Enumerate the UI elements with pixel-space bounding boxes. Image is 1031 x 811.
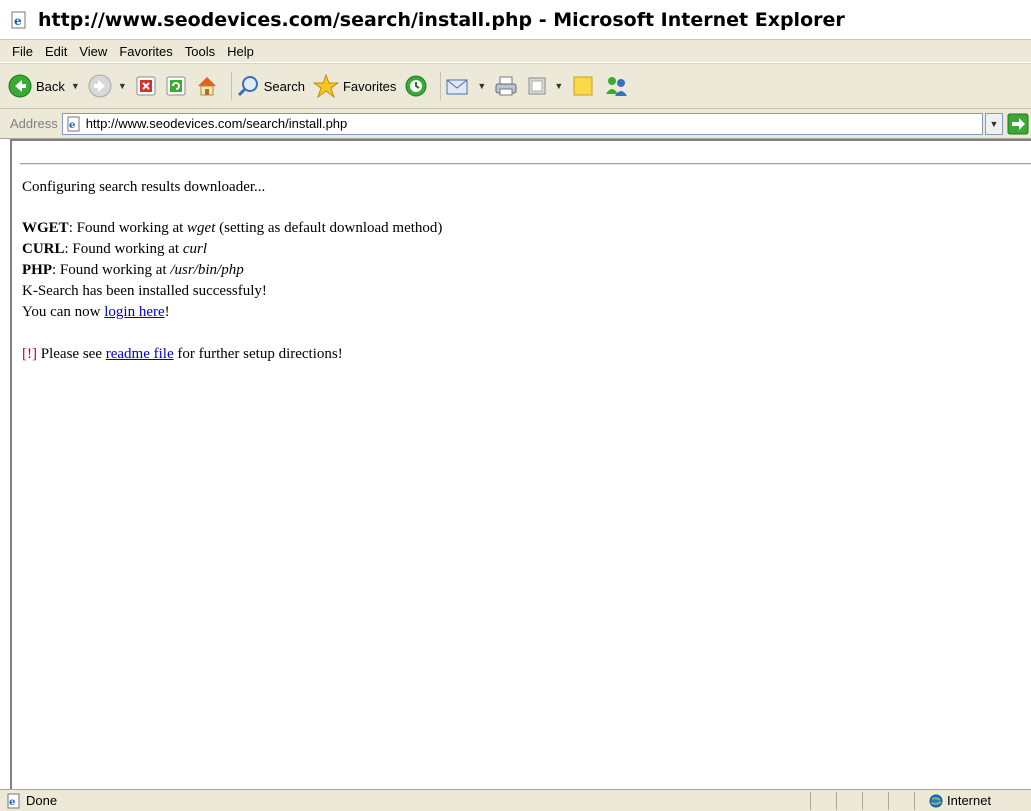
standard-toolbar: Back ▼ ▼ Search Favorites ▼ ▼ bbox=[0, 63, 1031, 109]
address-dropdown-icon[interactable]: ▼ bbox=[985, 112, 1003, 135]
back-button[interactable]: Back ▼ bbox=[8, 70, 80, 102]
svg-text:e: e bbox=[69, 120, 75, 131]
php-label: PHP bbox=[22, 262, 52, 278]
history-button[interactable] bbox=[404, 70, 428, 102]
zone-label: Internet bbox=[947, 793, 992, 808]
status-text: Done bbox=[26, 793, 58, 808]
print-icon bbox=[495, 76, 517, 96]
status-bar: e Done Internet bbox=[0, 789, 1031, 811]
menu-file[interactable]: File bbox=[6, 44, 39, 59]
refresh-icon bbox=[166, 76, 186, 96]
stop-icon bbox=[136, 76, 156, 96]
address-bar: Address e http://www.seodevices.com/sear… bbox=[0, 109, 1031, 139]
status-panel bbox=[862, 791, 888, 810]
page-done-icon: e bbox=[7, 793, 20, 808]
home-icon bbox=[197, 77, 216, 96]
php-path: /usr/bin/php bbox=[170, 262, 244, 278]
go-arrow-icon[interactable] bbox=[1007, 113, 1029, 135]
menu-favorites[interactable]: Favorites bbox=[113, 44, 178, 59]
wget-path: wget bbox=[187, 220, 216, 236]
status-panel bbox=[836, 791, 862, 810]
ie-page-icon: e bbox=[11, 11, 26, 28]
login-line: You can now login here! bbox=[22, 304, 170, 320]
menu-view[interactable]: View bbox=[73, 44, 113, 59]
forward-arrow-icon bbox=[88, 74, 112, 98]
print-button[interactable] bbox=[494, 70, 518, 102]
stop-button[interactable] bbox=[135, 70, 157, 102]
search-label: Search bbox=[263, 78, 305, 94]
forward-button[interactable]: ▼ bbox=[88, 70, 127, 102]
php-line: PHP: Found working at /usr/bin/php bbox=[22, 262, 244, 278]
menu-help[interactable]: Help bbox=[221, 44, 260, 59]
curl-path: curl bbox=[182, 241, 208, 257]
mail-button[interactable]: ▼ bbox=[445, 70, 486, 102]
refresh-button[interactable] bbox=[165, 70, 187, 102]
back-arrow-icon bbox=[8, 74, 32, 98]
address-url: http://www.seodevices.com/search/install… bbox=[85, 116, 348, 131]
login-link[interactable]: login here bbox=[104, 304, 164, 320]
back-label: Back bbox=[36, 78, 65, 94]
edit-icon bbox=[528, 77, 546, 95]
page-content: Configuring search results downloader...… bbox=[10, 139, 1031, 789]
edit-dropdown-icon[interactable]: ▼ bbox=[554, 81, 563, 91]
messenger-icon bbox=[606, 77, 628, 96]
readme-link[interactable]: readme file bbox=[106, 346, 174, 362]
messenger-button[interactable] bbox=[603, 70, 629, 102]
home-button[interactable] bbox=[195, 70, 219, 102]
configuring-line: Configuring search results downloader... bbox=[22, 179, 266, 195]
horizontal-rule bbox=[20, 163, 1031, 165]
toolbar-separator bbox=[230, 72, 232, 100]
menu-edit[interactable]: Edit bbox=[39, 44, 73, 59]
notes-button[interactable] bbox=[571, 70, 595, 102]
status-panel bbox=[888, 791, 914, 810]
address-input[interactable]: e http://www.seodevices.com/search/insta… bbox=[61, 112, 983, 135]
history-icon bbox=[405, 75, 427, 97]
favorites-label: Favorites bbox=[342, 78, 397, 94]
wget-label: WGET bbox=[22, 220, 69, 236]
menu-bar: File Edit View Favorites Tools Help bbox=[0, 40, 1031, 63]
status-text-area: e Done bbox=[0, 793, 810, 809]
toolbar-separator bbox=[440, 72, 442, 100]
security-zone[interactable]: Internet bbox=[914, 791, 1031, 810]
favorites-star-icon bbox=[312, 74, 339, 98]
search-button[interactable]: Search bbox=[236, 70, 305, 102]
search-magnifier-icon bbox=[237, 76, 258, 97]
menu-tools[interactable]: Tools bbox=[179, 44, 221, 59]
forward-dropdown-icon[interactable]: ▼ bbox=[118, 81, 127, 91]
warning-mark: [!] bbox=[22, 346, 37, 362]
readme-line: [!] Please see readme file for further s… bbox=[22, 346, 343, 362]
back-dropdown-icon[interactable]: ▼ bbox=[71, 81, 80, 91]
status-panel bbox=[810, 791, 836, 810]
edit-button[interactable]: ▼ bbox=[526, 70, 563, 102]
mail-icon bbox=[446, 79, 468, 95]
installed-line: K-Search has been installed successfuly! bbox=[22, 283, 267, 299]
page-icon: e bbox=[67, 116, 80, 131]
favorites-button[interactable]: Favorites bbox=[312, 70, 397, 102]
window-titlebar: e http://www.seodevices.com/search/insta… bbox=[0, 0, 1031, 40]
mail-dropdown-icon[interactable]: ▼ bbox=[477, 81, 486, 91]
globe-icon bbox=[929, 794, 943, 807]
wget-line: WGET: Found working at wget (setting as … bbox=[22, 220, 443, 236]
curl-line: CURL: Found working at curl bbox=[22, 241, 208, 257]
notes-icon bbox=[573, 76, 593, 96]
curl-label: CURL bbox=[22, 241, 65, 257]
address-label: Address bbox=[10, 116, 58, 131]
svg-text:e: e bbox=[9, 797, 15, 808]
svg-text:e: e bbox=[14, 14, 22, 28]
window-title: http://www.seodevices.com/search/install… bbox=[38, 8, 845, 31]
